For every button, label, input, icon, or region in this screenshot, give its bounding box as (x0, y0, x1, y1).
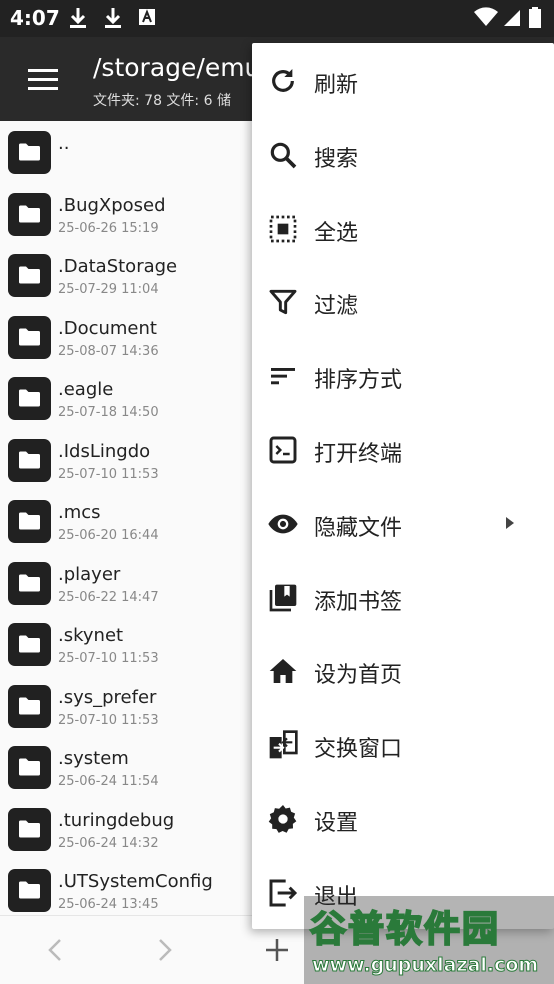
file-date: 25-08-07 14:36 (58, 343, 159, 359)
file-name: .Document (58, 317, 157, 339)
file-name: .eagle (58, 379, 114, 400)
menu-item-label: 设置 (314, 811, 359, 836)
menu-item-label: 添加书签 (314, 589, 403, 615)
menu-item-eye[interactable]: 隐藏文件 (252, 486, 554, 560)
file-date: 25-06-22 14:47 (58, 589, 159, 605)
folder-icon (8, 869, 51, 912)
bookmark-icon (267, 582, 299, 614)
folder-icon (8, 131, 51, 174)
folder-icon (8, 500, 51, 543)
plus-icon[interactable] (264, 936, 290, 968)
submenu-arrow-icon (504, 515, 516, 535)
folder-icon (8, 192, 51, 236)
file-name: .. (58, 133, 70, 154)
file-name: .player (58, 563, 121, 585)
terminal-icon (267, 434, 299, 466)
watermark-url: www.gupuxlazal.com (311, 954, 539, 977)
wifi-icon (474, 6, 498, 32)
menu-item-label: 排序方式 (314, 368, 403, 394)
folder-icon (8, 377, 51, 420)
file-date: 25-06-24 11:54 (58, 774, 159, 789)
folder-icon (8, 254, 51, 297)
home-icon (267, 655, 299, 687)
refresh-icon (267, 65, 299, 97)
file-name: .UTSystemConfig (58, 871, 213, 892)
watermark-logo: 谷普软件园 (309, 908, 501, 951)
menu-item-home[interactable]: 设为首页 (252, 633, 554, 707)
file-name: .system (58, 748, 129, 769)
menu-item-label: 刷新 (314, 73, 359, 98)
file-date: 25-07-29 11:04 (58, 282, 159, 297)
menu-item-label: 设为首页 (314, 663, 403, 689)
a-notification-icon (138, 6, 156, 32)
file-date: 25-06-26 15:19 (58, 220, 159, 236)
file-name: .DataStorage (58, 256, 178, 277)
menu-item-gear[interactable]: 设置 (252, 781, 554, 855)
hamburger-menu-icon[interactable] (26, 67, 60, 91)
file-date: 25-07-18 14:50 (58, 405, 159, 420)
file-date: 25-07-10 11:53 (58, 466, 159, 482)
sort-icon (267, 360, 299, 392)
download-icon (103, 6, 123, 34)
gear-icon (267, 803, 299, 835)
menu-item-terminal[interactable]: 打开终端 (252, 412, 554, 486)
file-name: .skynet (58, 625, 124, 646)
file-name: .turingdebug (58, 809, 175, 831)
file-date: 25-06-24 14:32 (58, 835, 159, 851)
signal-icon (502, 6, 522, 32)
overflow-menu: 刷新 搜索 全选 过滤 排序方式 打开终端 隐藏文件 添加书签 设为首页 交换窗口 设置 退出 (252, 43, 554, 929)
file-name: .IdsLingdo (58, 440, 151, 462)
search-icon (267, 139, 299, 171)
menu-item-label: 搜索 (314, 146, 359, 172)
status-time: 4:07 (10, 6, 60, 30)
folder-icon (8, 807, 51, 851)
file-date: 25-07-10 11:53 (58, 712, 159, 728)
folder-icon (8, 623, 51, 666)
menu-item-label: 隐藏文件 (314, 515, 403, 541)
select-all-icon (267, 213, 299, 245)
filter-icon (267, 286, 299, 318)
menu-item-bookmark[interactable]: 添加书签 (252, 560, 554, 634)
menu-item-select-all[interactable]: 全选 (252, 191, 554, 265)
watermark: 谷普软件园 www.gupuxlazal.com (304, 896, 554, 984)
chevron-right-icon[interactable] (154, 936, 176, 968)
menu-item-label: 过滤 (314, 294, 359, 320)
file-name: .mcs (58, 502, 101, 523)
download-icon (68, 6, 88, 34)
chevron-left-icon[interactable] (44, 936, 66, 968)
menu-item-filter[interactable]: 过滤 (252, 264, 554, 338)
menu-item-sort[interactable]: 排序方式 (252, 338, 554, 412)
folder-icon (8, 746, 51, 789)
menu-item-search[interactable]: 搜索 (252, 117, 554, 191)
file-date: 25-07-10 11:53 (58, 651, 159, 666)
folder-file-count: 文件夹: 78 文件: 6 储 (93, 93, 231, 109)
current-path: /storage/emu (93, 53, 261, 82)
menu-item-swap-window[interactable]: 交换窗口 (252, 707, 554, 781)
file-date: 25-06-20 16:44 (58, 528, 159, 543)
folder-icon (8, 438, 51, 482)
file-name: .BugXposed (58, 194, 166, 216)
exit-icon (267, 877, 299, 909)
file-name: .sys_prefer (58, 686, 157, 708)
folder-icon (8, 315, 51, 359)
status-bar: 4:07 (0, 0, 554, 37)
battery-icon (528, 6, 542, 34)
file-date: 25-06-24 13:45 (58, 897, 159, 912)
menu-item-label: 打开终端 (314, 442, 403, 467)
menu-item-label: 交换窗口 (314, 737, 403, 763)
menu-item-refresh[interactable]: 刷新 (252, 43, 554, 117)
swap-window-icon (267, 729, 299, 761)
folder-icon (8, 684, 51, 728)
folder-icon (8, 561, 51, 605)
eye-icon (267, 508, 299, 540)
menu-item-label: 全选 (314, 220, 359, 246)
